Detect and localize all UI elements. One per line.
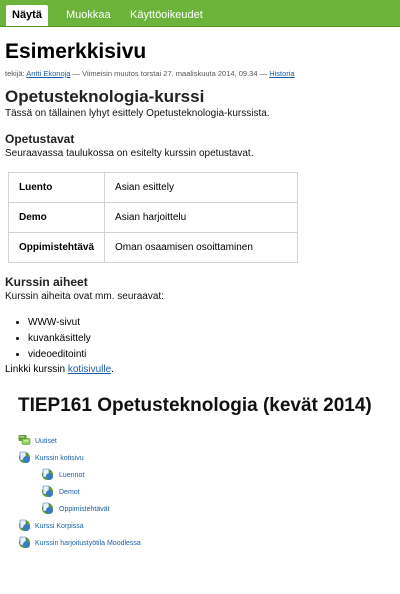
tree-item-label: Uutiset (35, 438, 57, 445)
tree-item-kurssi-korpissa[interactable]: Kurssi Korpissa (5, 519, 395, 536)
homepage-link-line: Linkki kurssin kotisivulle. (5, 363, 395, 376)
method-desc: Oman osaamisen osoittaminen (104, 232, 299, 263)
page-icon (19, 451, 30, 463)
tree-item-label: Kurssi Korpissa (35, 523, 84, 530)
forum-icon (18, 435, 31, 445)
link-prefix: Linkki kurssin (5, 364, 68, 375)
page-icon (42, 502, 53, 514)
page-title: Esimerkkisivu (5, 40, 147, 63)
methods-table: Luento Asian esittely Demo Asian harjoit… (7, 172, 299, 263)
method-desc: Asian esittely (104, 172, 299, 203)
method-name: Luento (7, 172, 106, 203)
meta-modified: — Viimeisin muutos torstai 27. maaliskuu… (70, 69, 270, 78)
page-meta: tekijä: Antti Ekonoja — Viimeisin muutos… (5, 69, 395, 79)
table-row: Oppimistehtävä Oman osaamisen osoittamin… (7, 232, 299, 263)
tree-item-demot[interactable]: Demot (5, 485, 395, 502)
link-suffix: . (111, 364, 114, 375)
tree-item-uutiset[interactable]: Uutiset (5, 434, 395, 451)
topics-list: WWW-sivut kuvankäsittely videoeditointi (5, 315, 395, 363)
homepage-link[interactable]: kotisivulle (68, 364, 111, 375)
page-icon (42, 485, 53, 497)
tab-muokkaa[interactable]: Muokkaa (60, 5, 117, 26)
page-icon (42, 468, 53, 480)
history-link[interactable]: Historia (269, 69, 294, 78)
tree-item-label: Oppimistehtävät (59, 506, 110, 513)
page-icon (19, 536, 30, 548)
course-heading: Opetusteknologia-kurssi (5, 87, 205, 106)
tree-item-kurssin-kotisivu[interactable]: Kurssin kotisivu (5, 451, 395, 468)
course-intro: Tässä on tällainen lyhyt esittely Opetus… (5, 108, 270, 119)
topics-heading: Kurssin aiheet (5, 275, 88, 289)
tab-kayttooikeudet[interactable]: Käyttöoikeudet (124, 5, 209, 26)
page-icon (19, 519, 30, 531)
tree-item-label: Luennot (59, 472, 85, 479)
methods-intro: Seuraavassa taulukossa on esitelty kurss… (5, 148, 254, 159)
list-item: videoeditointi (28, 347, 395, 363)
list-item: WWW-sivut (28, 315, 395, 331)
method-name: Demo (7, 202, 106, 233)
tree-item-label: Kurssin harjoitustyötila Moodlessa (35, 540, 141, 547)
tree-item-luennot[interactable]: Luennot (5, 468, 395, 485)
method-desc: Asian harjoittelu (104, 202, 299, 233)
list-item: kuvankäsittely (28, 331, 395, 347)
method-name: Oppimistehtävä (7, 232, 106, 263)
tree-item-moodle[interactable]: Kurssin harjoitustyötila Moodlessa (5, 536, 395, 553)
table-row: Demo Asian harjoittelu (7, 202, 299, 233)
tree-item-label: Demot (59, 489, 80, 496)
tab-bar: Näytä Muokkaa Käyttöoikeudet (0, 0, 400, 27)
topics-intro: Kurssin aiheita ovat mm. seuraavat: (5, 291, 164, 302)
tree-item-oppimistehtavat[interactable]: Oppimistehtävät (5, 502, 395, 519)
table-row: Luento Asian esittely (7, 172, 299, 203)
meta-prefix: tekijä: (5, 69, 27, 78)
course-tree-title: TIEP161 Opetusteknologia (kevät 2014) (18, 395, 372, 416)
tab-nayta[interactable]: Näytä (6, 5, 48, 26)
tree-item-label: Kurssin kotisivu (35, 455, 84, 462)
methods-heading: Opetustavat (5, 132, 75, 146)
page-content: Esimerkkisivu tekijä: Antti Ekonoja — Vi… (0, 39, 400, 553)
course-tree: Uutiset Kurssin kotisivu Luennot Demot O… (5, 434, 395, 553)
author-link[interactable]: Antti Ekonoja (26, 69, 70, 78)
